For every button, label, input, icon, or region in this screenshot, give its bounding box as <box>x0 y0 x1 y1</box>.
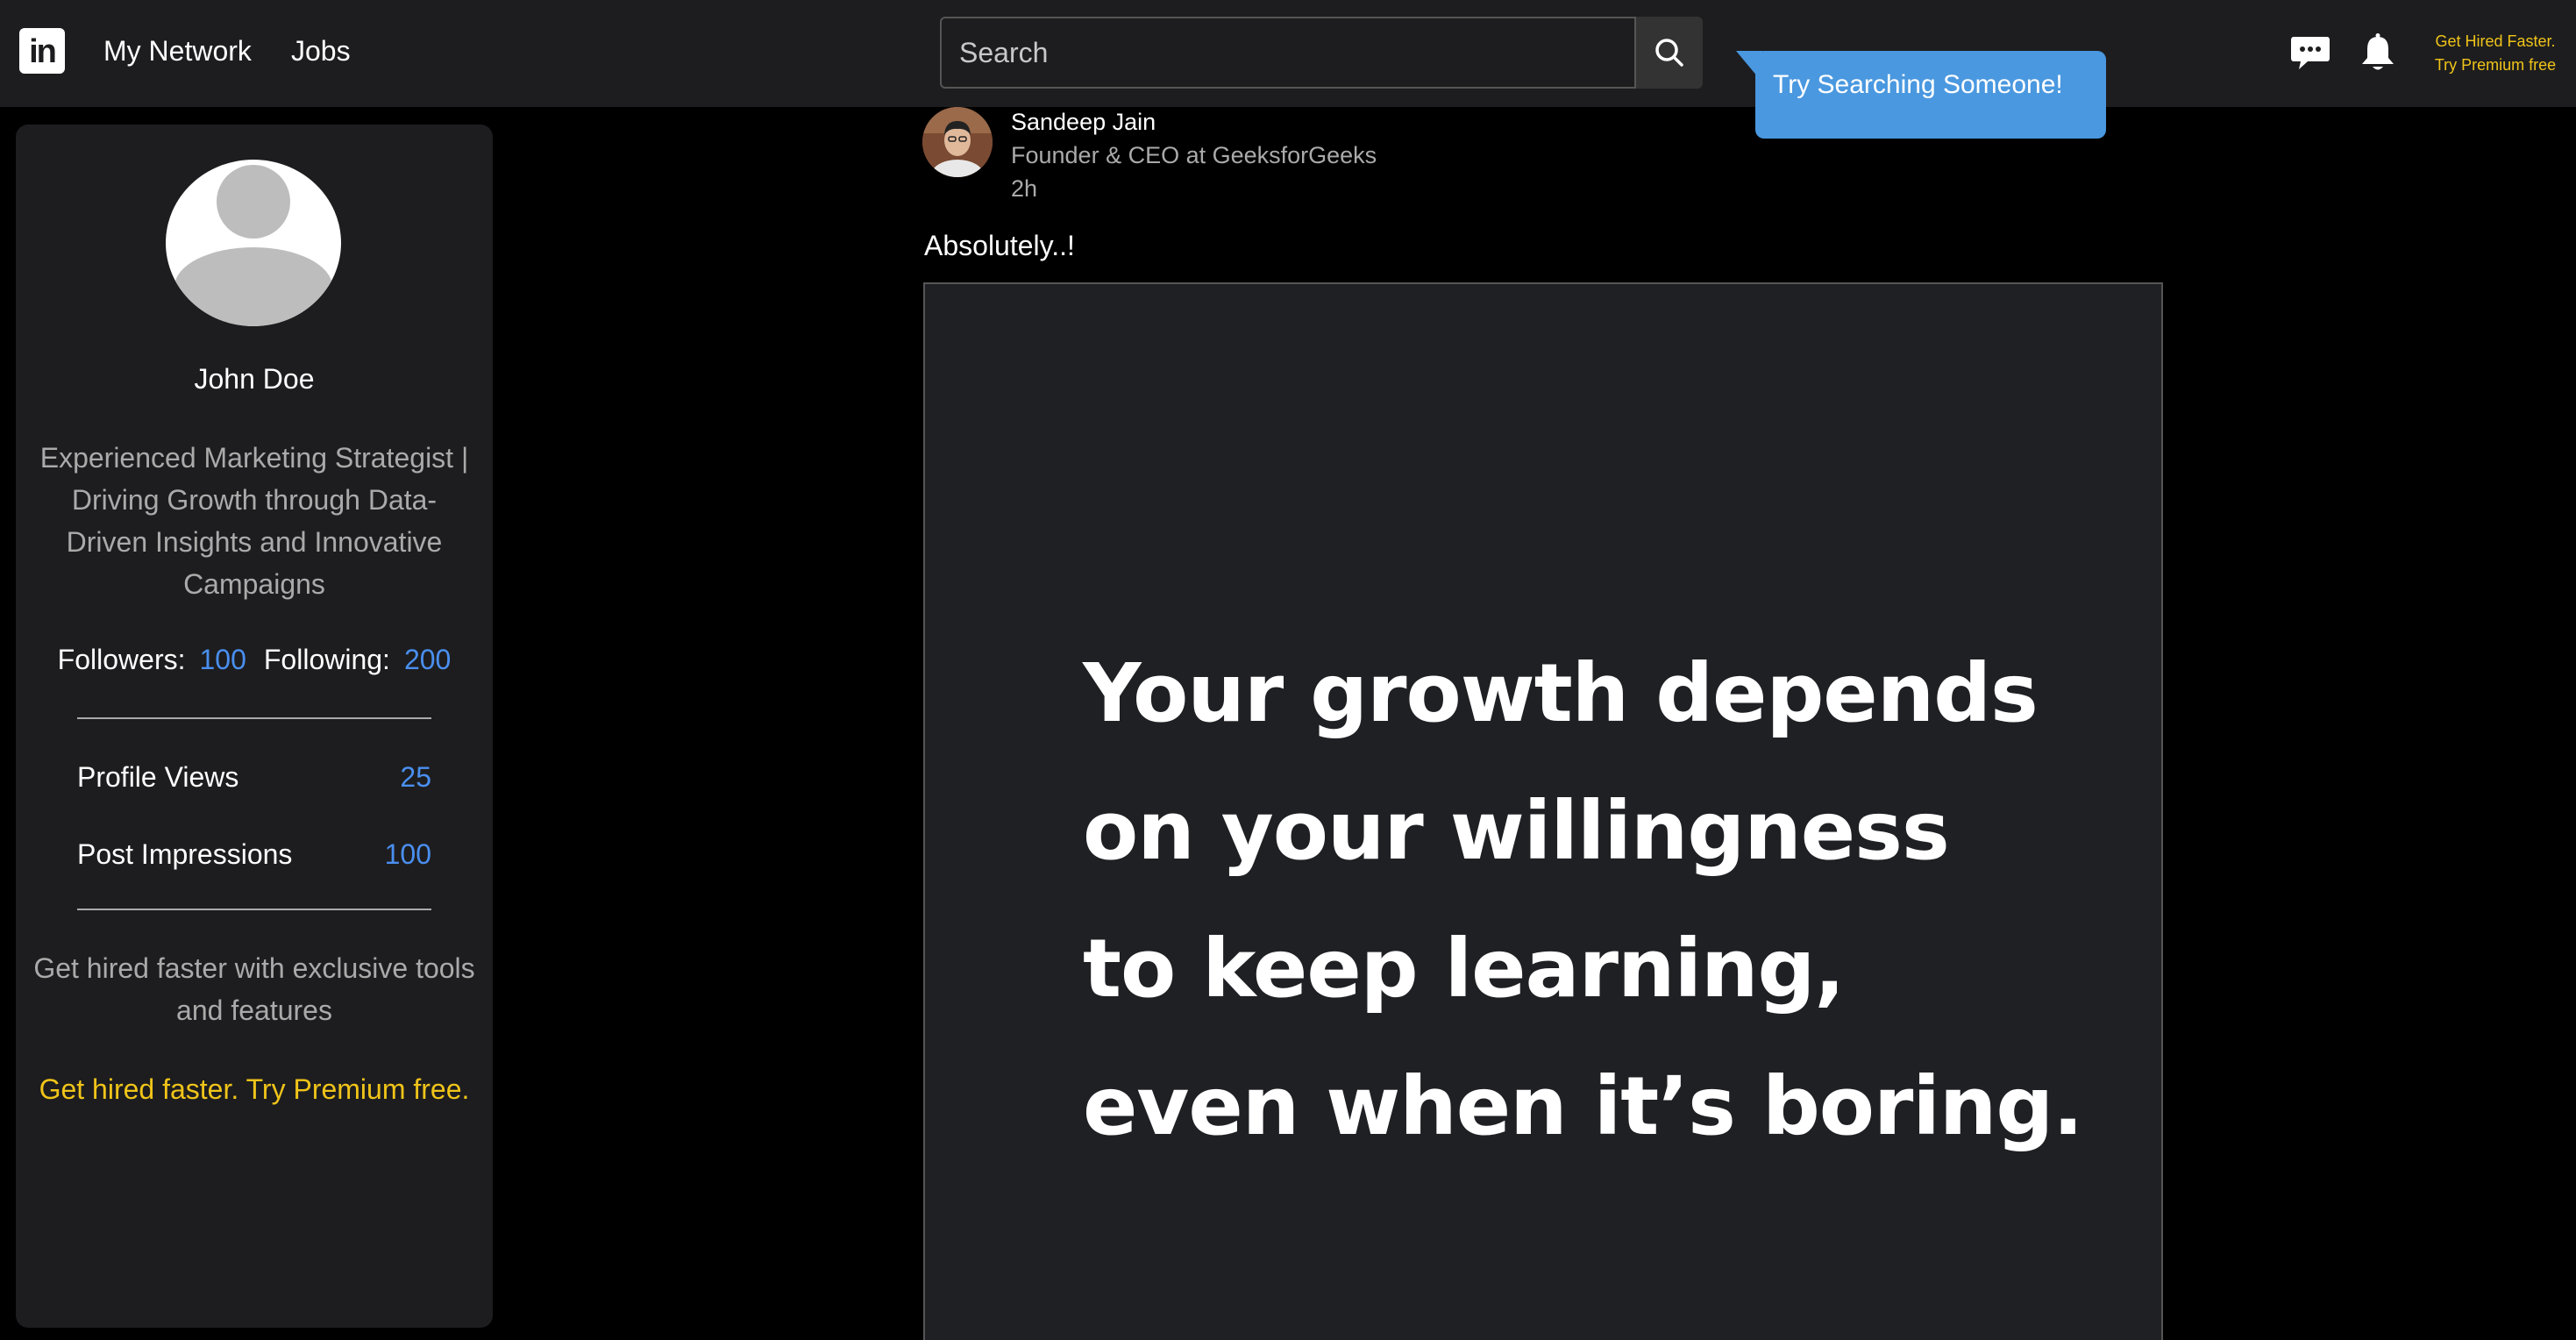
quote-line: Your growth depends <box>1083 646 2039 740</box>
follow-stats: Followers: 100 Following: 200 <box>16 644 493 676</box>
premium-promo-link[interactable]: Get hired faster. Try Premium free. <box>16 1073 493 1106</box>
post-timestamp: 2h <box>1011 175 1038 202</box>
promo-text: Get hired faster with exclusive tools an… <box>33 952 475 1026</box>
premium-line-1: Get Hired Faster. <box>2435 32 2556 50</box>
search-input[interactable] <box>940 17 1636 89</box>
profile-card: John Doe Experienced Marketing Strategis… <box>16 125 493 1328</box>
top-navbar: in My Network Jobs Get Hired Faster. Try… <box>0 0 2576 107</box>
quote-line: on your willingness <box>1083 784 1950 878</box>
quote-line: to keep learning, <box>1083 922 1845 1016</box>
nav-jobs[interactable]: Jobs <box>291 35 351 68</box>
search-icon <box>1655 39 1683 67</box>
search-tooltip: Try Searching Someone! <box>1736 51 2106 139</box>
quote-line: even when it’s boring. <box>1083 1059 2083 1153</box>
premium-link[interactable]: Get Hired Faster. Try Premium free <box>2425 30 2565 77</box>
divider <box>77 909 431 910</box>
message-icon[interactable] <box>2290 33 2330 76</box>
post-impressions-value[interactable]: 100 <box>385 838 431 871</box>
divider <box>77 717 431 719</box>
post-image-quote: Your growth depends on your willingness … <box>1083 624 2135 1175</box>
premium-line-2: Try Premium free <box>2434 56 2557 74</box>
nav-my-network[interactable]: My Network <box>103 35 252 68</box>
post-impressions-label: Post Impressions <box>77 838 293 870</box>
tooltip-text: Try Searching Someone! <box>1773 70 2063 99</box>
post-text: Absolutely..! <box>924 230 1075 261</box>
profile-views-label: Profile Views <box>77 761 239 793</box>
post-image[interactable]: Your growth depends on your willingness … <box>923 282 2163 1340</box>
linkedin-logo-icon[interactable]: in <box>19 28 65 74</box>
post-author-title: Founder & CEO at GeeksforGeeks <box>1011 142 1377 168</box>
tooltip-tail <box>1736 51 1762 82</box>
logo-text: in <box>29 33 57 70</box>
profile-headline: Experienced Marketing Strategist | Drivi… <box>39 442 469 600</box>
author-avatar[interactable] <box>922 107 993 177</box>
following-count[interactable]: 200 <box>404 644 451 675</box>
followers-label: Followers: <box>57 644 186 675</box>
avatar-placeholder-icon[interactable] <box>166 160 341 326</box>
followers-count[interactable]: 100 <box>199 644 246 675</box>
profile-name[interactable]: John Doe <box>16 363 493 396</box>
profile-views-value[interactable]: 25 <box>400 761 431 794</box>
search-button[interactable] <box>1636 17 1703 89</box>
bell-icon[interactable] <box>2359 33 2397 78</box>
post-author-name[interactable]: Sandeep Jain <box>1011 109 1156 136</box>
following-label: Following: <box>263 644 390 675</box>
